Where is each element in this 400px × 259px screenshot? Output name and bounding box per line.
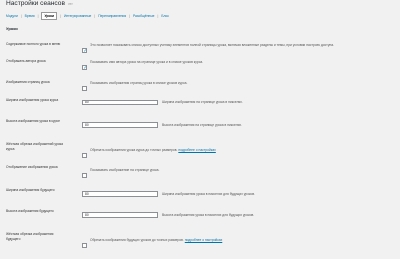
setting-control: Показывать изображение на странице урока… (82, 167, 159, 185)
section-title: Уроки (6, 26, 18, 31)
setting-row-future-width: Ширина изображения будущего Ширина изобр… (6, 188, 394, 202)
details-link[interactable]: подробнее о настройках (185, 238, 223, 242)
setting-description: Обрезать изображения будущих уроков до т… (90, 238, 222, 242)
details-link[interactable]: подробнее о настройках (178, 148, 216, 152)
setting-label: Высота изображения будущего (6, 209, 54, 213)
setting-description: Высота изображения на странице урока в п… (162, 122, 242, 127)
setting-label: Отображать автора урока (6, 59, 46, 63)
tab-separator: | (60, 13, 61, 18)
page-images-checkbox[interactable] (82, 86, 87, 92)
setting-row-lesson-author: Отображать автора урока Показывать имя а… (6, 58, 394, 71)
hard-crop-checkbox[interactable] (82, 153, 87, 159)
tab-modules[interactable]: Модули (6, 14, 18, 18)
tab-separator: | (129, 13, 130, 18)
future-width-input[interactable] (82, 191, 158, 197)
setting-description-text: Обрезать изображения будущих уроков до т… (90, 237, 184, 242)
future-height-input[interactable] (82, 212, 158, 218)
setting-description-text: Обрезать изображения урока курса до точн… (90, 147, 178, 152)
lesson-content-checkbox[interactable] (82, 48, 88, 54)
setting-row-future-hard-crop: Жёсткая обрезка изображения будущего Обр… (6, 231, 394, 249)
image-width-input[interactable] (82, 99, 158, 106)
setting-row-hard-crop: Жёсткая обрезка изображений урока курса … (6, 141, 394, 159)
page-title: Настройки сеансов ver (6, 0, 73, 7)
setting-control: Показывать изображения страниц урока в с… (82, 80, 187, 98)
setting-row-page-images: Изображения страниц урока Показывать изо… (6, 79, 394, 92)
tab-time[interactable]: Время (25, 14, 35, 18)
setting-label: Жёсткая обрезка изображения будущего (6, 232, 54, 241)
tab-separator: | (157, 13, 159, 18)
setting-label: Высота изображения урока в курсе (6, 119, 60, 123)
tab-separator: | (37, 13, 39, 18)
tab-redirects[interactable]: Перенаправления (98, 14, 126, 18)
image-height-input[interactable] (82, 122, 158, 128)
setting-description: Показывать имя автора урока на странице … (90, 59, 204, 64)
show-image-checkbox[interactable] (82, 173, 87, 179)
setting-description: Высота изображения урока в пикселях для … (162, 212, 255, 217)
setting-description: Ширина изображения на странице урока в п… (162, 100, 243, 105)
setting-label: Содержимое полного урока в меню (6, 42, 61, 46)
tab-integrated[interactable]: Интегрированные (64, 14, 91, 18)
tab-lessons[interactable]: Уроки (41, 11, 58, 20)
setting-description: Ширина изображения урока в пикселях для … (162, 191, 256, 196)
setting-description: Показывать изображение на странице урока… (90, 167, 160, 172)
setting-row-lesson-content: Содержимое полного урока в меню Это позв… (6, 40, 394, 56)
tab-separated[interactable]: Разобщённые (133, 14, 154, 18)
setting-label: Ширина изображения урока курса (6, 98, 59, 102)
version-label: ver (67, 2, 73, 6)
setting-label: Жёсткая обрезка изображений урока курса (6, 142, 63, 151)
tab-block[interactable]: Блок (161, 14, 168, 18)
lesson-author-checkbox[interactable] (82, 65, 88, 71)
setting-label: Изображения страниц урока (6, 80, 50, 84)
page-title-text: Настройки сеансов (6, 0, 65, 7)
setting-row-future-height: Высота изображения будущего Высота изобр… (6, 208, 394, 222)
setting-description: Обрезать изображения урока курса до точн… (90, 148, 216, 152)
setting-description: Это позволяет показывать список доступны… (90, 42, 335, 47)
future-hard-crop-checkbox[interactable] (82, 243, 87, 249)
setting-row-show-image: Отображение изображения урока Показывать… (6, 165, 394, 179)
setting-row-image-height: Высота изображения урока в курсе Высота … (6, 118, 394, 134)
setting-control: Показывать имя автора урока на странице … (82, 59, 203, 77)
setting-control: Обрезать изображения будущих уроков до т… (82, 237, 222, 255)
setting-label: Отображение изображения урока (6, 165, 58, 169)
setting-row-image-width: Ширина изображения урока курса Ширина из… (6, 97, 394, 113)
settings-tabs: Модули | Время | Уроки | Интегрированные | П… (6, 11, 169, 20)
tab-separator: | (20, 13, 22, 18)
tab-separator: | (94, 13, 96, 18)
setting-label: Ширина изображения будущего (6, 188, 55, 192)
setting-description: Показывать изображения страниц урока в с… (90, 80, 188, 85)
setting-control: Обрезать изображения урока курса до точн… (82, 147, 216, 165)
